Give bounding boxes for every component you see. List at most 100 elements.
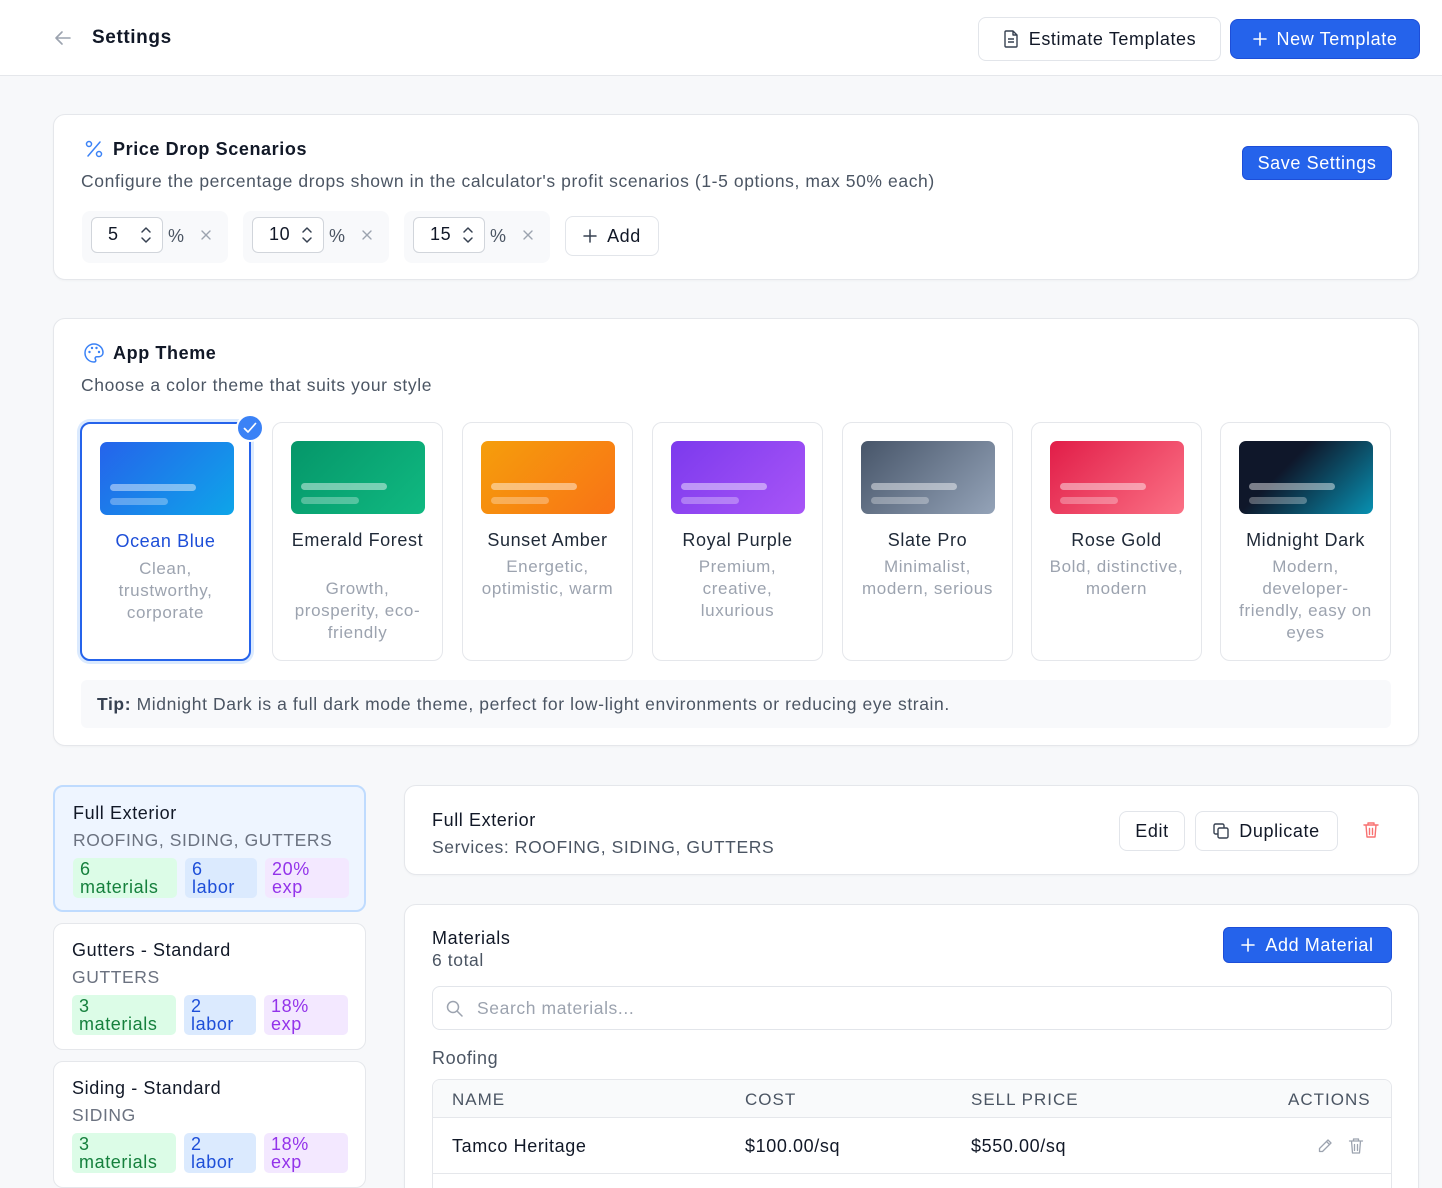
app-theme-card: App Theme Choose a color theme that suit… [53, 318, 1419, 746]
materials-chip: 3 materials [72, 995, 176, 1035]
theme-option-midnight-dark[interactable]: Midnight Dark Modern, developer-friendly… [1220, 422, 1391, 661]
template-detail-card: Full Exterior Services: ROOFING, SIDING,… [404, 785, 1419, 875]
template-item-gutters-standard[interactable]: Gutters - Standard GUTTERS 3 materials 2l… [53, 923, 366, 1050]
remove-icon[interactable] [360, 228, 374, 242]
add-scenario-label: Add [607, 225, 641, 246]
scenario-input[interactable]: 5 [91, 217, 163, 253]
table-header: NAME COST SELL PRICE ACTIONS [433, 1080, 1391, 1118]
theme-name: Slate Pro [887, 530, 968, 550]
theme-option-slate-pro[interactable]: Slate Pro Minimalist, modern, serious [842, 422, 1013, 661]
theme-option-ocean-blue[interactable]: Ocean Blue Clean, trustworthy, corporate [80, 414, 264, 661]
arrow-left-icon[interactable] [54, 29, 72, 47]
template-item-full-exterior[interactable]: Full Exterior ROOFING, SIDING, GUTTERS 6… [53, 785, 366, 912]
new-template-label: New Template [1276, 28, 1398, 49]
theme-swatch [291, 441, 425, 514]
duplicate-button[interactable]: Duplicate [1195, 811, 1338, 851]
tip-label: Tip: [97, 694, 132, 714]
material-name: Tamco Heritage [452, 1136, 587, 1156]
plus-icon [583, 229, 597, 243]
price-drop-subtitle: Configure the percentage drops shown in … [81, 171, 935, 191]
document-icon [1004, 30, 1018, 48]
copy-icon [1213, 823, 1229, 839]
theme-option-emerald-forest[interactable]: Emerald Forest Growth, prosperity, eco-f… [272, 422, 443, 661]
scenario-value: 15 [430, 224, 452, 244]
estimate-templates-button[interactable]: Estimate Templates [978, 17, 1221, 61]
labor-chip: 2 labor [184, 995, 256, 1035]
theme-tip: Tip: Midnight Dark is a full dark mode t… [81, 680, 1391, 728]
scenario-item: 15 % [404, 211, 550, 263]
add-material-button[interactable]: Add Material [1223, 927, 1392, 963]
expense-chip: 20% exp [265, 858, 349, 898]
material-group-label: Roofing [432, 1048, 499, 1068]
price-drop-title: Price Drop Scenarios [113, 139, 308, 159]
theme-name: Ocean Blue [115, 531, 216, 551]
remove-icon[interactable] [521, 228, 535, 242]
theme-description: Bold, distinctive, modern [1049, 557, 1184, 598]
estimate-templates-label: Estimate Templates [1028, 28, 1197, 49]
app-theme-subtitle: Choose a color theme that suits your sty… [81, 375, 433, 395]
search-icon [446, 1000, 463, 1017]
add-material-label: Add Material [1265, 934, 1374, 955]
theme-option-royal-purple[interactable]: Royal Purple Premium, creative, luxuriou… [652, 422, 823, 661]
materials-search [432, 986, 1392, 1030]
edit-button[interactable]: Edit [1119, 811, 1185, 851]
theme-description: Modern, developer-friendly, easy on eyes [1239, 557, 1372, 642]
detail-services: Services: ROOFING, SIDING, GUTTERS [432, 837, 775, 857]
spinner-icon[interactable] [462, 225, 474, 245]
duplicate-label: Duplicate [1239, 820, 1320, 841]
plus-icon [1252, 32, 1267, 46]
spinner-icon[interactable] [301, 225, 313, 245]
materials-title: Materials [432, 928, 511, 948]
scenario-value: 5 [108, 224, 119, 244]
theme-swatch [481, 441, 615, 514]
remove-icon[interactable] [199, 228, 213, 242]
trash-icon[interactable] [1362, 821, 1380, 839]
expense-chip: 18% exp [264, 995, 348, 1035]
scenario-item: 10 % [243, 211, 389, 263]
table-row: Tamco Heritage $100.00/sq $550.00/sq [433, 1118, 1391, 1174]
theme-description: Clean, trustworthy, corporate [118, 559, 213, 622]
scenario-input[interactable]: 10 [252, 217, 324, 253]
theme-name: Emerald Forest [291, 530, 424, 550]
palette-icon [84, 343, 104, 363]
trash-icon[interactable] [1348, 1137, 1364, 1155]
scenario-input[interactable]: 15 [413, 217, 485, 253]
theme-description: Minimalist, modern, serious [862, 557, 993, 598]
theme-name: Royal Purple [682, 530, 793, 550]
top-bar: Settings Estimate Templates New Template [0, 0, 1442, 76]
search-input[interactable] [477, 995, 1357, 1021]
theme-swatch [671, 441, 805, 514]
save-settings-button[interactable]: Save Settings [1242, 146, 1392, 180]
expense-chip: 18% exp [264, 1133, 348, 1173]
app-theme-title: App Theme [113, 343, 217, 363]
percent-sign: % [168, 226, 185, 246]
price-drop-card: Price Drop Scenarios Configure the perce… [53, 114, 1419, 280]
column-header-sell-price: SELL PRICE [971, 1090, 1079, 1109]
spinner-icon[interactable] [140, 225, 152, 245]
scenario-value: 10 [269, 224, 291, 244]
theme-description: Premium, creative, luxurious [698, 557, 777, 620]
page-title: Settings [92, 27, 172, 48]
materials-count: 6 total [432, 950, 484, 970]
column-header-actions: ACTIONS [1288, 1090, 1371, 1109]
theme-option-sunset-amber[interactable]: Sunset Amber Energetic, optimistic, warm [462, 422, 633, 661]
column-header-cost: COST [745, 1090, 797, 1109]
theme-swatch [1050, 441, 1184, 514]
template-item-siding-standard[interactable]: Siding - Standard SIDING 3 materials 2 lab… [53, 1061, 366, 1188]
theme-option-rose-gold[interactable]: Rose Gold Bold, distinctive, modern [1031, 422, 1202, 661]
materials-table: NAME COST SELL PRICE ACTIONS Tamco Herit… [432, 1079, 1392, 1188]
materials-chip: 6 materials [73, 858, 177, 898]
material-sell-price: $550.00/sq [971, 1136, 1067, 1156]
theme-description: Energetic, optimistic, warm [481, 557, 614, 598]
template-services: SIDING [72, 1105, 136, 1125]
percent-icon [85, 140, 103, 158]
percent-sign: % [329, 226, 346, 246]
add-scenario-button[interactable]: Add [565, 216, 659, 256]
theme-swatch [1239, 441, 1373, 514]
pencil-icon[interactable] [1317, 1138, 1333, 1154]
new-template-button[interactable]: New Template [1230, 19, 1420, 59]
theme-swatch [100, 442, 234, 515]
theme-swatch [861, 441, 995, 514]
column-header-name: NAME [452, 1090, 506, 1109]
template-services: ROOFING, SIDING, GUTTERS [73, 830, 333, 850]
